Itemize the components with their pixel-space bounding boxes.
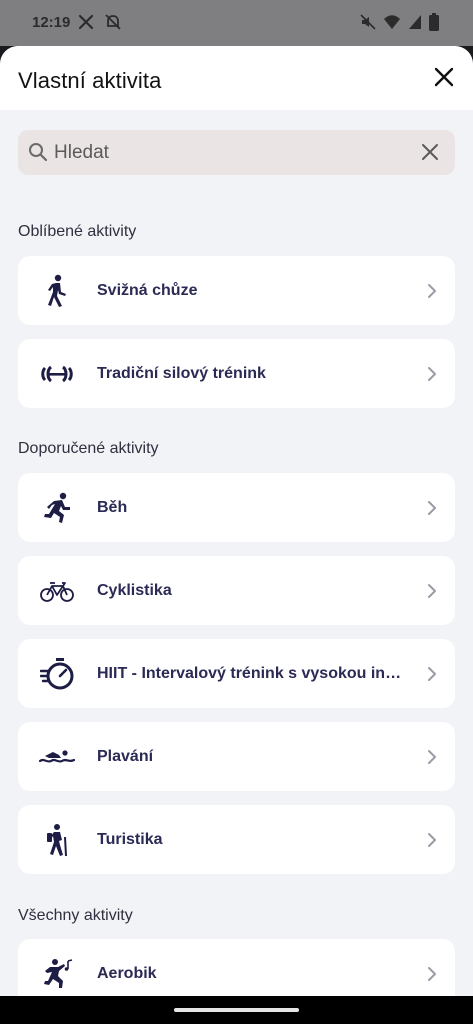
status-bar: 12:19 (0, 0, 473, 46)
chevron-right-icon (427, 366, 437, 387)
wifi-icon (383, 14, 401, 35)
hiking-icon (38, 821, 76, 859)
activity-item-hiit[interactable]: HIIT - Intervalový trénink s vysokou int… (18, 639, 455, 708)
activity-item-label: Plavání (97, 748, 154, 765)
search-bar (18, 130, 455, 175)
chevron-right-icon (427, 283, 437, 304)
screen: 12:19 Vlastní aktivita Hledat Oblíbené a… (0, 0, 473, 1024)
chevron-right-icon (427, 500, 437, 521)
activity-item-turistika[interactable]: Turistika (18, 805, 455, 874)
running-icon (38, 489, 76, 527)
activity-item-label: Cyklistika (97, 582, 172, 599)
aerobics-icon (38, 955, 76, 993)
sheet-title: Vlastní aktivita (18, 68, 162, 93)
battery-icon (429, 13, 439, 36)
chevron-right-icon (427, 749, 437, 770)
x-logo-icon (78, 14, 94, 35)
chevron-right-icon (427, 583, 437, 604)
activity-item-tradicni-silovy-trenink[interactable]: Tradiční silový trénink (18, 339, 455, 408)
activity-item-label: Turistika (97, 831, 163, 848)
search-input[interactable] (54, 138, 414, 168)
chevron-right-icon (427, 966, 437, 987)
sheet-header: Vlastní aktivita (0, 46, 473, 110)
clear-search-icon[interactable] (421, 143, 439, 166)
close-button[interactable] (431, 66, 457, 92)
status-time: 12:19 (32, 14, 71, 31)
section-all-label: Všechny aktivity (18, 907, 133, 924)
status-right-icons (360, 13, 439, 36)
section-recommended-label: Doporučené aktivity (18, 440, 159, 457)
status-left-icons (78, 13, 122, 36)
activity-item-label: Svižná chůze (97, 282, 198, 299)
section-favorites-label: Oblíbené aktivity (18, 223, 137, 240)
chevron-right-icon (427, 832, 437, 853)
mute-icon (360, 14, 376, 35)
search-icon (28, 142, 48, 167)
bicycle-icon (38, 572, 76, 610)
activity-item-svizna-chuze[interactable]: Svižná chůze (18, 256, 455, 325)
navigation-bar (0, 996, 473, 1024)
notifications-off-icon (104, 13, 122, 36)
home-gesture-handle[interactable] (174, 1008, 299, 1012)
activity-sheet: Vlastní aktivita Oblíbené aktivity Svižn… (0, 46, 473, 996)
strength-training-icon (38, 355, 76, 393)
chevron-right-icon (427, 666, 437, 687)
activity-item-aerobik[interactable]: Aerobik (18, 939, 455, 996)
activity-item-label: Běh (97, 499, 128, 516)
walking-icon (38, 272, 76, 310)
signal-icon (408, 14, 422, 35)
close-icon (434, 67, 454, 92)
swimming-icon (38, 738, 76, 776)
activity-item-beh[interactable]: Běh (18, 473, 455, 542)
hiit-stopwatch-icon (38, 655, 76, 693)
activity-item-label: HIIT - Intervalový trénink s vysokou int… (97, 665, 405, 682)
activity-item-plavani[interactable]: Plavání (18, 722, 455, 791)
activity-item-label: Tradiční silový trénink (97, 365, 266, 382)
activity-item-label: Aerobik (97, 965, 157, 982)
activity-item-cyklistika[interactable]: Cyklistika (18, 556, 455, 625)
